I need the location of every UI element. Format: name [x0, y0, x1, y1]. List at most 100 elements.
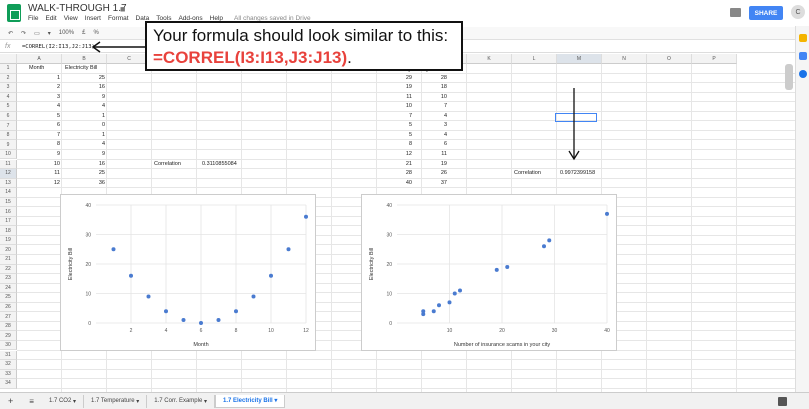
correlation-label[interactable]: Correlation	[514, 169, 554, 178]
cell[interactable]: 5	[377, 121, 412, 130]
chart-scams-vs-bill[interactable]: 0 10 20 30 40 10 20 30 40 Number of insurance sca…	[361, 194, 617, 351]
cell[interactable]: 5	[377, 131, 412, 140]
row-header[interactable]: 21	[0, 255, 17, 265]
correlation-value[interactable]: 0.3110855084	[202, 160, 252, 169]
cell[interactable]: 11	[17, 169, 60, 178]
cell[interactable]: 2	[17, 83, 60, 92]
row-header[interactable]: 13	[0, 178, 17, 189]
print-icon[interactable]: ▭	[34, 30, 40, 37]
all-sheets-icon[interactable]: ≡	[21, 397, 42, 406]
cell[interactable]: 16	[62, 160, 105, 169]
cell[interactable]: 11	[377, 93, 412, 102]
chart-month-vs-bill[interactable]: 0 10 20 30 40 2 4 6 8 10 12 Month Electricity Bill	[60, 194, 316, 351]
avatar[interactable]: C	[791, 5, 805, 19]
column-header[interactable]: P	[692, 54, 737, 64]
cell[interactable]: 8	[377, 140, 412, 149]
row-header[interactable]: 5	[0, 102, 17, 112]
paint-format-icon[interactable]: ▾	[48, 30, 51, 37]
cell[interactable]: 7	[422, 102, 447, 111]
cell[interactable]: 9	[17, 150, 60, 159]
row-header[interactable]: 33	[0, 369, 17, 380]
column-header[interactable]: M	[557, 54, 602, 64]
cell[interactable]: 29	[377, 74, 412, 83]
cell[interactable]: 9	[62, 150, 105, 159]
correlation-label[interactable]: Correlation	[154, 160, 194, 169]
tab-co2[interactable]: 1.7 CO2 ▾	[42, 394, 84, 408]
row-header[interactable]: 9	[0, 140, 17, 150]
sheets-logo-icon[interactable]	[7, 4, 21, 22]
column-header[interactable]: K	[467, 54, 512, 64]
column-header[interactable]: A	[17, 54, 62, 64]
row-header[interactable]: 10	[0, 149, 17, 160]
row-header[interactable]: 16	[0, 207, 17, 217]
document-title[interactable]: WALK-THROUGH 1.7	[28, 3, 127, 14]
row-header[interactable]: 1	[0, 64, 17, 74]
vertical-scrollbar[interactable]	[785, 64, 793, 90]
calendar-icon[interactable]	[799, 52, 807, 60]
comments-icon[interactable]	[730, 8, 741, 17]
header-cell[interactable]: Electricity Bill	[65, 64, 115, 73]
cell[interactable]: 7	[377, 112, 412, 121]
tab-temperature[interactable]: 1.7 Temperature ▾	[84, 394, 148, 408]
row-header[interactable]: 23	[0, 274, 17, 284]
cell[interactable]: 36	[62, 179, 105, 188]
grid-corner[interactable]	[0, 54, 17, 64]
cell[interactable]: 6	[422, 140, 447, 149]
add-sheet-icon[interactable]: +	[0, 396, 21, 406]
row-header[interactable]: 4	[0, 92, 17, 103]
cell[interactable]: 1	[62, 131, 105, 140]
cell[interactable]: 25	[62, 169, 105, 178]
row-header[interactable]: 28	[0, 321, 17, 332]
currency-format-button[interactable]: £	[82, 30, 85, 36]
menu-format[interactable]: Format	[108, 15, 129, 22]
undo-icon[interactable]: ↶	[8, 30, 13, 37]
menu-insert[interactable]: Insert	[85, 15, 101, 22]
share-button[interactable]: SHARE	[749, 6, 783, 20]
correlation-value[interactable]: 0.9972399158	[560, 169, 605, 178]
folder-icon[interactable]: ■	[120, 4, 125, 14]
tab-electricity-bill[interactable]: 1.7 Electricity Bill ▾	[214, 394, 286, 408]
menu-edit[interactable]: Edit	[45, 15, 56, 22]
cell[interactable]: 16	[62, 83, 105, 92]
column-header[interactable]: O	[647, 54, 692, 64]
row-header[interactable]: 11	[0, 159, 17, 170]
cell[interactable]: 18	[422, 83, 447, 92]
row-header[interactable]: 30	[0, 340, 17, 351]
row-header[interactable]: 8	[0, 130, 17, 141]
row-header[interactable]: 15	[0, 197, 17, 208]
column-header[interactable]: L	[512, 54, 557, 64]
menu-view[interactable]: View	[64, 15, 78, 22]
column-header[interactable]: N	[602, 54, 647, 64]
cell[interactable]: 10	[377, 102, 412, 111]
row-header[interactable]: 14	[0, 188, 17, 198]
cell[interactable]: 9	[62, 93, 105, 102]
cell[interactable]: 8	[17, 140, 60, 149]
row-header[interactable]: 31	[0, 350, 17, 361]
row-header[interactable]: 3	[0, 83, 17, 93]
row-header[interactable]: 34	[0, 379, 17, 389]
column-header[interactable]: B	[62, 54, 107, 64]
row-header[interactable]: 17	[0, 216, 17, 227]
cell[interactable]: 1	[62, 112, 105, 121]
header-cell[interactable]: Month	[29, 64, 69, 73]
cell[interactable]: 21	[377, 160, 412, 169]
redo-icon[interactable]: ↷	[21, 30, 26, 37]
cell[interactable]: 28	[377, 169, 412, 178]
cell[interactable]: 10	[17, 160, 60, 169]
cell[interactable]: 0	[62, 121, 105, 130]
percent-format-button[interactable]: %	[93, 30, 98, 36]
formula-input[interactable]: =CORREL(I2:I13,J2:J13)	[22, 44, 95, 50]
cell[interactable]: 19	[377, 83, 412, 92]
cell[interactable]: 40	[377, 179, 412, 188]
cell[interactable]: 3	[17, 93, 60, 102]
keep-icon[interactable]	[799, 34, 807, 42]
row-header[interactable]: 18	[0, 226, 17, 236]
cell[interactable]: 12	[17, 179, 60, 188]
row-header[interactable]: 25	[0, 293, 17, 303]
cell[interactable]: 10	[422, 93, 447, 102]
explore-icon[interactable]	[778, 396, 787, 406]
row-header[interactable]: 19	[0, 235, 17, 246]
row-header[interactable]: 27	[0, 312, 17, 322]
cell[interactable]: 11	[422, 150, 447, 159]
cell[interactable]: 25	[62, 74, 105, 83]
